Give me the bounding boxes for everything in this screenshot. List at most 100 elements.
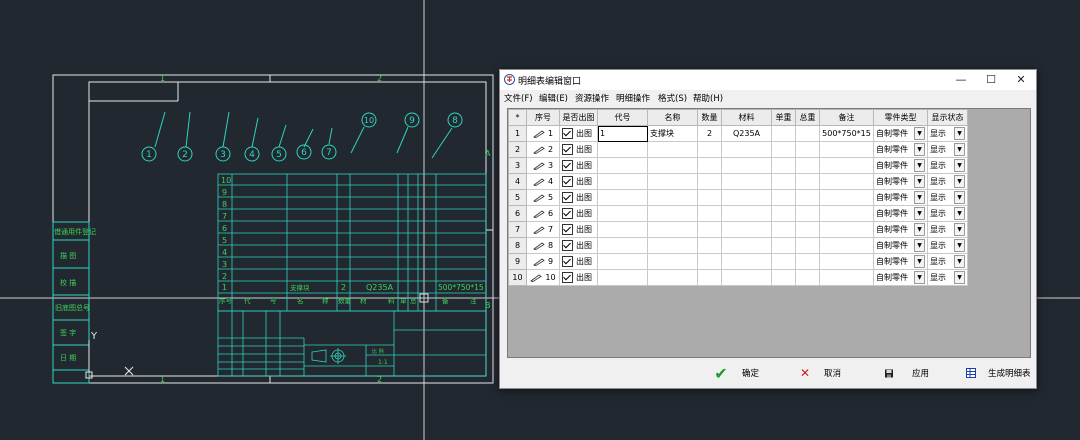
- row-number[interactable]: 9: [508, 253, 527, 270]
- row-type-cell[interactable]: 自制零件 ▼: [873, 173, 928, 190]
- row-output-cell[interactable]: 出图: [559, 173, 598, 190]
- row-type-cell[interactable]: 自制零件 ▼: [873, 221, 928, 238]
- row-number[interactable]: 6: [508, 205, 527, 222]
- generate-bom-button[interactable]: 生成明细表: [964, 364, 1031, 382]
- row-seq-cell[interactable]: 10: [526, 269, 560, 286]
- chevron-down-icon[interactable]: ▼: [914, 143, 925, 156]
- row-total-cell[interactable]: [795, 253, 820, 270]
- row-qty-cell[interactable]: [697, 205, 722, 222]
- row-unit-cell[interactable]: [771, 141, 796, 158]
- output-checkbox[interactable]: [562, 176, 573, 187]
- row-code-cell[interactable]: [597, 189, 648, 206]
- row-material-cell[interactable]: [721, 157, 772, 174]
- output-checkbox[interactable]: [562, 208, 573, 219]
- row-total-cell[interactable]: [795, 237, 820, 254]
- row-number[interactable]: 2: [508, 141, 527, 158]
- row-remark-cell[interactable]: [819, 269, 874, 286]
- row-name-cell[interactable]: [647, 237, 698, 254]
- col-header-code[interactable]: 代号: [597, 109, 648, 126]
- chevron-down-icon[interactable]: ▼: [914, 191, 925, 204]
- output-checkbox[interactable]: [562, 160, 573, 171]
- table-row[interactable]: 6 6 出图 自制零件 ▼ 显示 ▼: [508, 205, 968, 222]
- menu-resource[interactable]: 资源操作: [575, 92, 609, 104]
- row-qty-cell[interactable]: [697, 237, 722, 254]
- output-checkbox[interactable]: [562, 272, 573, 283]
- row-type-cell[interactable]: 自制零件 ▼: [873, 189, 928, 206]
- row-name-cell[interactable]: [647, 189, 698, 206]
- row-material-cell[interactable]: [721, 253, 772, 270]
- row-number[interactable]: 4: [508, 173, 527, 190]
- chevron-down-icon[interactable]: ▼: [954, 175, 965, 188]
- bom-editor-dialog[interactable]: 明细表编辑窗口 — ☐ ✕ 文件(F) 编辑(E) 资源操作 明细操作 格式(S…: [499, 69, 1037, 389]
- table-row[interactable]: 1 1 出图 1 支撑块 2 Q235A 500*750*15 自制零件 ▼ 显示 ▼: [508, 125, 968, 142]
- menu-help[interactable]: 帮助(H): [693, 92, 723, 104]
- row-code-cell[interactable]: [597, 221, 648, 238]
- cancel-button[interactable]: ✕ 取消: [798, 364, 841, 382]
- chevron-down-icon[interactable]: ▼: [954, 239, 965, 252]
- row-name-cell[interactable]: [647, 141, 698, 158]
- row-qty-cell[interactable]: [697, 173, 722, 190]
- row-unit-cell[interactable]: [771, 269, 796, 286]
- row-total-cell[interactable]: [795, 205, 820, 222]
- chevron-down-icon[interactable]: ▼: [914, 175, 925, 188]
- col-header-total-weight[interactable]: 总重: [795, 109, 820, 126]
- row-remark-cell[interactable]: [819, 173, 874, 190]
- row-output-cell[interactable]: 出图: [559, 125, 598, 142]
- row-total-cell[interactable]: [795, 125, 820, 142]
- row-code-cell[interactable]: [597, 253, 648, 270]
- row-status-cell[interactable]: 显示 ▼: [927, 173, 968, 190]
- row-type-cell[interactable]: 自制零件 ▼: [873, 157, 928, 174]
- row-remark-cell[interactable]: [819, 141, 874, 158]
- row-material-cell[interactable]: [721, 141, 772, 158]
- row-code-cell[interactable]: [597, 173, 648, 190]
- row-remark-cell[interactable]: [819, 157, 874, 174]
- output-checkbox[interactable]: [562, 224, 573, 235]
- row-code-cell[interactable]: [597, 237, 648, 254]
- row-code-cell[interactable]: [597, 205, 648, 222]
- row-qty-cell[interactable]: [697, 221, 722, 238]
- col-header-remark[interactable]: 备注: [819, 109, 874, 126]
- row-type-cell[interactable]: 自制零件 ▼: [873, 205, 928, 222]
- row-qty-cell[interactable]: [697, 141, 722, 158]
- row-qty-cell[interactable]: [697, 189, 722, 206]
- row-number[interactable]: 5: [508, 189, 527, 206]
- row-unit-cell[interactable]: [771, 189, 796, 206]
- chevron-down-icon[interactable]: ▼: [954, 143, 965, 156]
- chevron-down-icon[interactable]: ▼: [914, 255, 925, 268]
- chevron-down-icon[interactable]: ▼: [954, 159, 965, 172]
- apply-button[interactable]: 应用: [882, 364, 929, 382]
- menu-detail[interactable]: 明细操作: [616, 92, 650, 104]
- row-number[interactable]: 8: [508, 237, 527, 254]
- row-material-cell[interactable]: [721, 173, 772, 190]
- row-unit-cell[interactable]: [771, 157, 796, 174]
- row-remark-cell[interactable]: [819, 253, 874, 270]
- row-qty-cell[interactable]: [697, 157, 722, 174]
- row-seq-cell[interactable]: 5: [526, 189, 560, 206]
- col-header-marker[interactable]: *: [508, 109, 527, 126]
- row-name-cell[interactable]: [647, 157, 698, 174]
- row-status-cell[interactable]: 显示 ▼: [927, 141, 968, 158]
- row-unit-cell[interactable]: [771, 221, 796, 238]
- row-qty-cell[interactable]: [697, 253, 722, 270]
- row-output-cell[interactable]: 出图: [559, 221, 598, 238]
- row-type-cell[interactable]: 自制零件 ▼: [873, 253, 928, 270]
- menu-file[interactable]: 文件(F): [504, 92, 533, 104]
- row-seq-cell[interactable]: 1: [526, 125, 560, 142]
- row-type-cell[interactable]: 自制零件 ▼: [873, 125, 928, 142]
- row-status-cell[interactable]: 显示 ▼: [927, 253, 968, 270]
- row-number[interactable]: 7: [508, 221, 527, 238]
- row-total-cell[interactable]: [795, 141, 820, 158]
- row-material-cell[interactable]: [721, 237, 772, 254]
- output-checkbox[interactable]: [562, 240, 573, 251]
- row-status-cell[interactable]: 显示 ▼: [927, 205, 968, 222]
- row-status-cell[interactable]: 显示 ▼: [927, 125, 968, 142]
- row-material-cell[interactable]: Q235A: [721, 125, 772, 142]
- row-name-cell[interactable]: [647, 253, 698, 270]
- col-header-name[interactable]: 名称: [647, 109, 698, 126]
- table-row[interactable]: 5 5 出图 自制零件 ▼ 显示 ▼: [508, 189, 968, 206]
- row-material-cell[interactable]: [721, 221, 772, 238]
- row-material-cell[interactable]: [721, 205, 772, 222]
- row-number[interactable]: 10: [508, 269, 527, 286]
- row-total-cell[interactable]: [795, 189, 820, 206]
- chevron-down-icon[interactable]: ▼: [914, 239, 925, 252]
